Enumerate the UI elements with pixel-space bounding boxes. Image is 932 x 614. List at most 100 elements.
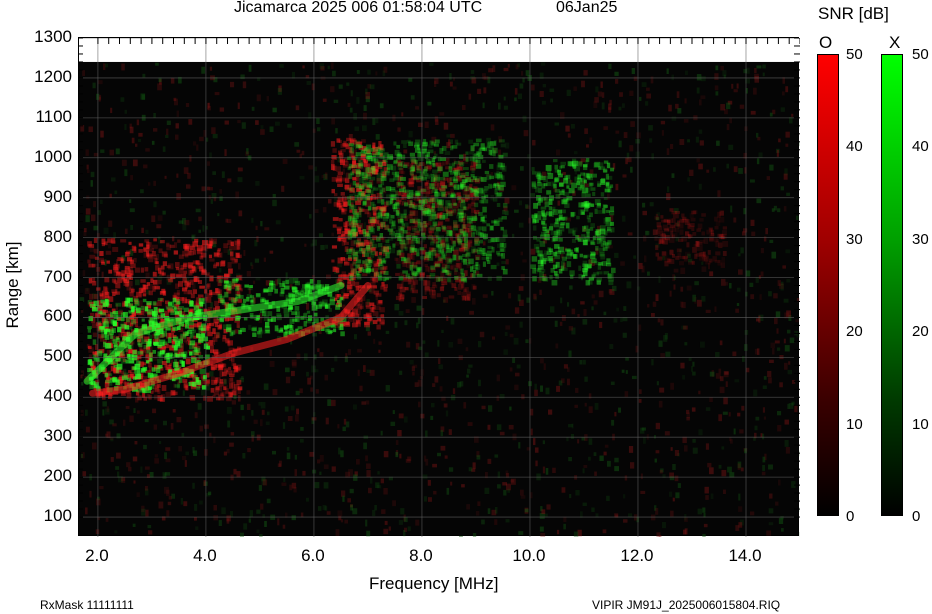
noise-speck	[164, 175, 167, 179]
noise-speck	[494, 506, 498, 514]
noise-speck	[585, 144, 589, 148]
echo-pixel	[205, 345, 211, 350]
echo-pixel	[491, 220, 497, 224]
echo-pixel	[352, 251, 358, 256]
noise-speck	[559, 321, 563, 326]
noise-speck	[736, 303, 740, 307]
noise-speck	[262, 479, 268, 486]
echo-pixel	[359, 247, 363, 252]
noise-speck	[786, 278, 791, 283]
noise-speck	[722, 411, 728, 415]
noise-speck	[256, 94, 261, 102]
echo-pixel	[416, 168, 421, 174]
echo-pixel	[397, 291, 402, 296]
noise-speck	[100, 130, 104, 138]
noise-speck	[738, 506, 743, 512]
noise-speck	[478, 379, 481, 387]
echo-pixel	[458, 154, 464, 159]
noise-speck	[322, 98, 327, 102]
echo-pixel	[133, 298, 139, 302]
noise-speck	[682, 375, 686, 380]
noise-speck	[777, 424, 782, 432]
echo-pixel	[475, 256, 480, 261]
echo-pixel	[217, 325, 222, 330]
noise-speck	[739, 429, 744, 434]
echo-pixel	[425, 266, 430, 272]
noise-speck	[443, 122, 449, 130]
echo-pixel	[409, 200, 413, 205]
noise-speck	[199, 136, 204, 142]
noise-speck	[432, 463, 437, 468]
noise-speck	[689, 169, 694, 177]
noise-speck	[516, 364, 521, 369]
noise-speck	[768, 291, 772, 297]
noise-speck	[367, 487, 372, 494]
noise-speck	[514, 384, 519, 391]
noise-speck	[675, 103, 679, 109]
echo-pixel	[318, 301, 325, 307]
noise-speck	[144, 466, 150, 470]
noise-speck	[583, 464, 588, 468]
noise-speck	[388, 526, 391, 531]
echo-pixel	[398, 249, 404, 253]
noise-speck	[588, 438, 593, 445]
noise-speck	[705, 407, 711, 411]
noise-speck	[195, 208, 201, 213]
echo-pixel	[93, 237, 98, 244]
noise-speck	[405, 458, 411, 463]
echo-pixel	[360, 152, 367, 156]
echo-pixel	[351, 225, 357, 232]
noise-speck	[102, 401, 107, 407]
noise-speck	[660, 319, 664, 326]
noise-speck	[363, 222, 366, 229]
noise-speck	[533, 438, 536, 446]
echo-pixel	[333, 193, 338, 197]
noise-speck	[96, 233, 100, 240]
echo-pixel	[233, 277, 238, 282]
echo-pixel	[439, 176, 445, 181]
echo-pixel	[134, 267, 141, 273]
noise-speck	[166, 489, 170, 496]
echo-pixel	[362, 228, 367, 234]
echo-pixel	[112, 291, 116, 297]
noise-speck	[192, 482, 195, 489]
echo-pixel	[228, 268, 233, 274]
noise-speck	[482, 159, 486, 163]
echo-pixel	[252, 332, 257, 337]
echo-pixel	[417, 151, 421, 158]
noise-speck	[745, 270, 751, 277]
noise-speck	[136, 119, 140, 126]
noise-speck	[598, 290, 604, 298]
echo-pixel	[442, 255, 447, 260]
noise-speck	[579, 359, 583, 365]
noise-speck	[184, 460, 187, 467]
noise-speck	[698, 129, 703, 134]
echo-pixel	[196, 380, 202, 385]
noise-speck	[735, 308, 739, 313]
noise-speck	[269, 126, 274, 132]
noise-speck	[209, 371, 214, 377]
noise-speck	[260, 503, 264, 510]
noise-speck	[541, 100, 546, 105]
noise-speck	[264, 521, 267, 528]
noise-speck	[776, 150, 779, 157]
noise-speck	[652, 301, 657, 307]
noise-speck	[471, 298, 476, 305]
noise-speck	[769, 493, 773, 499]
noise-speck	[695, 136, 699, 143]
noise-speck	[791, 379, 796, 384]
noise-speck	[151, 140, 155, 145]
noise-speck	[525, 204, 529, 209]
echo-pixel	[460, 202, 466, 209]
noise-speck	[90, 214, 96, 222]
echo-pixel	[106, 260, 110, 264]
echo-pixel	[445, 200, 451, 206]
noise-speck	[277, 88, 282, 95]
noise-speck	[623, 519, 628, 523]
echo-pixel	[96, 287, 101, 291]
echo-pixel	[362, 260, 366, 264]
noise-speck	[309, 451, 315, 457]
noise-speck	[789, 337, 795, 344]
echo-pixel	[431, 294, 437, 299]
echo-pixel	[373, 212, 377, 217]
